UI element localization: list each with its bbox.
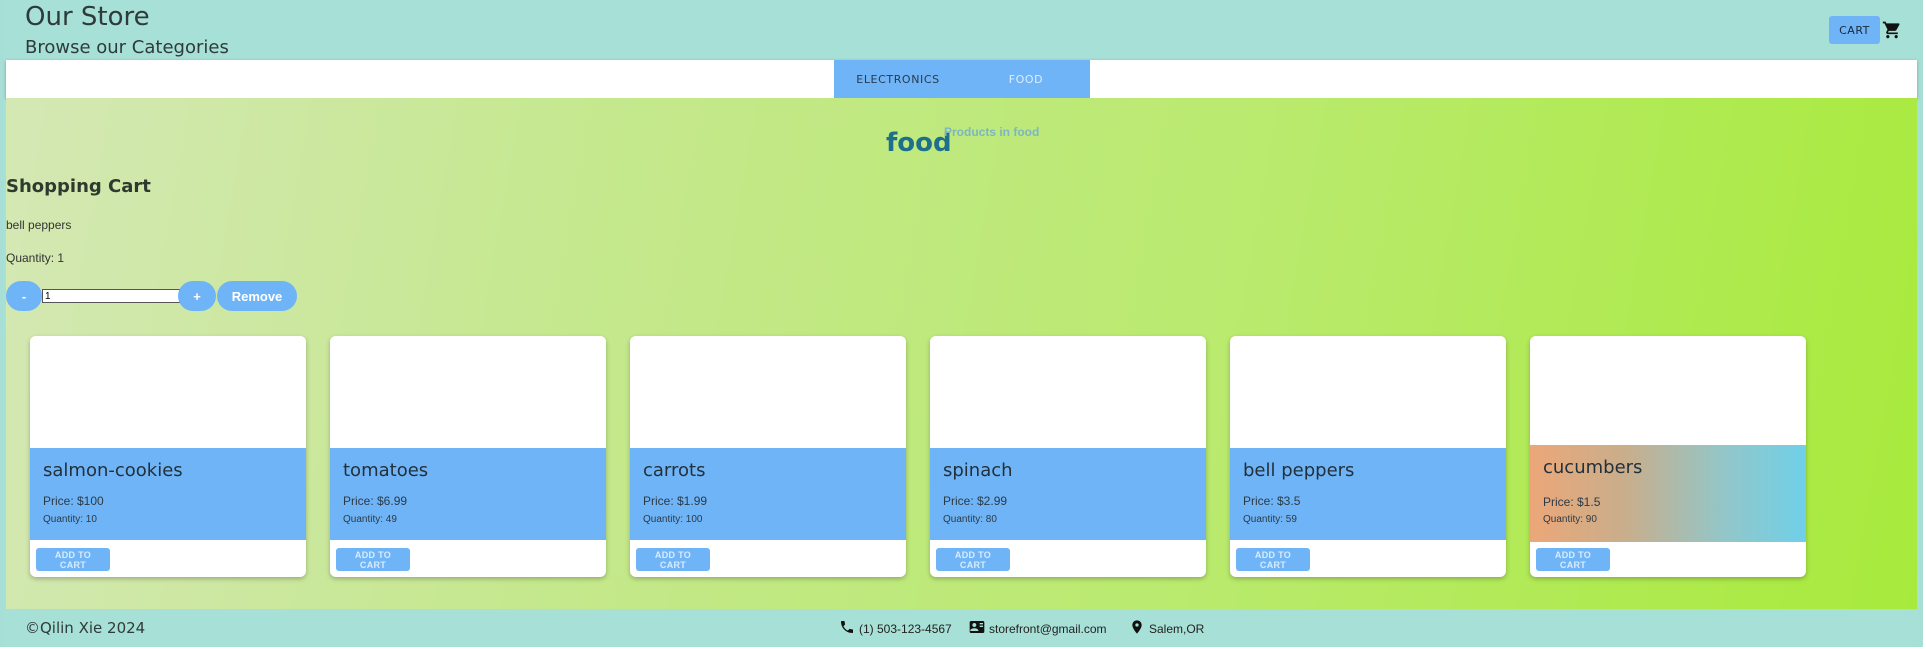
main-content: food Products in food Shopping Cart bell… xyxy=(6,98,1917,609)
shopping-cart-icon[interactable] xyxy=(1882,20,1902,40)
product-card: bell peppers Price: $3.5 Quantity: 59 AD… xyxy=(1230,336,1506,577)
quantity-input[interactable] xyxy=(42,289,180,303)
add-to-cart-button[interactable]: ADD TO CART xyxy=(36,548,110,571)
cart-button[interactable]: CART xyxy=(1829,16,1880,44)
cart-item-quantity: Quantity: 1 xyxy=(6,251,65,265)
add-to-cart-button[interactable]: ADD TO CART xyxy=(636,548,710,571)
product-name: bell peppers xyxy=(1243,460,1355,481)
product-quantity: Quantity: 100 xyxy=(643,514,703,525)
product-card: salmon-cookies Price: $100 Quantity: 10 … xyxy=(30,336,306,577)
page-subtitle: Browse our Categories xyxy=(25,37,229,58)
header: Our Store Browse our Categories CART xyxy=(3,0,1919,60)
product-card: cucumbers Price: $1.5 Quantity: 90 ADD T… xyxy=(1530,336,1806,577)
location-pin-icon xyxy=(1129,619,1145,638)
product-card: carrots Price: $1.99 Quantity: 100 ADD T… xyxy=(630,336,906,577)
product-price: Price: $1.99 xyxy=(643,494,708,508)
tab-electronics[interactable]: ELECTRONICS xyxy=(834,60,962,98)
product-quantity: Quantity: 10 xyxy=(43,514,97,525)
product-price: Price: $100 xyxy=(43,494,104,508)
decrease-quantity-button[interactable]: - xyxy=(6,281,42,311)
product-name: salmon-cookies xyxy=(43,460,183,481)
category-title: food xyxy=(886,128,952,158)
product-card: spinach Price: $2.99 Quantity: 80 ADD TO… xyxy=(930,336,1206,577)
product-image xyxy=(330,336,606,448)
product-quantity: Quantity: 80 xyxy=(943,514,997,525)
contact-card-icon xyxy=(969,619,985,638)
product-price: Price: $6.99 xyxy=(343,494,408,508)
product-info: bell peppers Price: $3.5 Quantity: 59 xyxy=(1230,448,1506,540)
product-info: spinach Price: $2.99 Quantity: 80 xyxy=(930,448,1206,540)
product-image xyxy=(630,336,906,448)
cart-item-name: bell peppers xyxy=(6,218,72,232)
product-name: tomatoes xyxy=(343,460,429,481)
add-to-cart-button[interactable]: ADD TO CART xyxy=(1536,548,1610,571)
product-card: tomatoes Price: $6.99 Quantity: 49 ADD T… xyxy=(330,336,606,577)
product-info: salmon-cookies Price: $100 Quantity: 10 xyxy=(30,448,306,540)
product-image xyxy=(930,336,1206,448)
email-contact: storefront@gmail.com xyxy=(969,619,1107,638)
add-to-cart-button[interactable]: ADD TO CART xyxy=(936,548,1010,571)
product-info: tomatoes Price: $6.99 Quantity: 49 xyxy=(330,448,606,540)
category-tabs: ELECTRONICS FOOD xyxy=(6,60,1917,98)
category-subtitle: Products in food xyxy=(944,125,1040,139)
product-quantity: Quantity: 90 xyxy=(1543,514,1597,525)
email-address: storefront@gmail.com xyxy=(989,621,1107,636)
page-title: Our Store xyxy=(25,2,150,32)
product-image xyxy=(1230,336,1506,448)
remove-button[interactable]: Remove xyxy=(217,281,297,311)
product-price: Price: $3.5 xyxy=(1243,494,1301,508)
product-price: Price: $2.99 xyxy=(943,494,1008,508)
product-quantity: Quantity: 59 xyxy=(1243,514,1297,525)
location-text: Salem,OR xyxy=(1149,621,1205,636)
tab-food[interactable]: FOOD xyxy=(962,60,1090,98)
location-contact: Salem,OR xyxy=(1129,619,1204,638)
add-to-cart-button[interactable]: ADD TO CART xyxy=(1236,548,1310,571)
product-image xyxy=(30,336,306,448)
footer: ©Qilin Xie 2024 (1) 503-123-4567 storefr… xyxy=(3,609,1919,647)
product-quantity: Quantity: 49 xyxy=(343,514,397,525)
product-price: Price: $1.5 xyxy=(1543,495,1601,509)
product-name: cucumbers xyxy=(1543,457,1643,478)
phone-number: (1) 503-123-4567 xyxy=(859,621,952,636)
cart-heading: Shopping Cart xyxy=(6,176,151,197)
add-to-cart-button[interactable]: ADD TO CART xyxy=(336,548,410,571)
phone-icon xyxy=(839,619,855,638)
copyright-text: ©Qilin Xie 2024 xyxy=(25,619,146,637)
increase-quantity-button[interactable]: + xyxy=(178,281,216,311)
product-info: carrots Price: $1.99 Quantity: 100 xyxy=(630,448,906,540)
product-image xyxy=(1530,336,1806,448)
product-info: cucumbers Price: $1.5 Quantity: 90 xyxy=(1530,445,1806,542)
phone-contact: (1) 503-123-4567 xyxy=(839,619,952,638)
app-frame: Our Store Browse our Categories CART ELE… xyxy=(0,0,1923,647)
product-name: carrots xyxy=(643,460,706,481)
product-name: spinach xyxy=(943,460,1013,481)
